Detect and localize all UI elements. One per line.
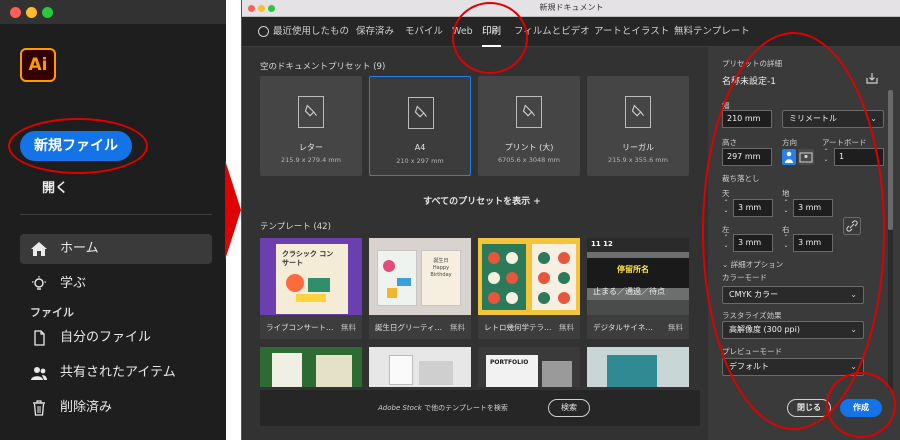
- annotation-circle: [702, 32, 885, 430]
- template-thumbnail: 誕生日 Happy Birthday: [369, 238, 471, 315]
- show-all-presets-link[interactable]: すべてのプリセットを表示 +: [372, 194, 592, 207]
- template-name: ライブコンサート…: [266, 323, 334, 332]
- title-bar: [0, 0, 226, 24]
- preset-card-a4[interactable]: A4 210 x 297 mm: [369, 76, 471, 176]
- zoom-window-button[interactable]: [42, 7, 53, 18]
- template-card[interactable]: PORTFOLIO: [478, 347, 580, 387]
- template-card[interactable]: [369, 347, 471, 387]
- lightbulb-icon: [32, 276, 46, 290]
- minimize-window-button[interactable]: [26, 7, 37, 18]
- nav-item-home[interactable]: ホーム: [20, 234, 212, 264]
- template-card[interactable]: [260, 347, 362, 387]
- tab-free-templates[interactable]: 無料テンプレート: [674, 17, 750, 47]
- app-logo: Ai: [20, 48, 56, 82]
- preset-card-letter[interactable]: レター 215.9 x 279.4 mm: [260, 76, 362, 176]
- home-icon: [31, 242, 47, 256]
- template-thumbnail: [478, 238, 580, 315]
- template-card[interactable]: [587, 347, 689, 387]
- preset-card-print-large[interactable]: プリント (大) 6705.6 x 3048 mm: [478, 76, 580, 176]
- dialog-title-bar: 新規ドキュメント: [242, 0, 900, 17]
- open-link[interactable]: 開く: [42, 177, 68, 196]
- preset-name: プリント (大): [504, 143, 554, 152]
- nav-item-label: 削除済み: [60, 400, 113, 415]
- nav-item-your-files[interactable]: 自分のファイル: [20, 323, 212, 353]
- preset-size: 215.9 x 355.6 mm: [608, 156, 668, 164]
- annotation-arrow: [225, 160, 241, 260]
- nav-item-learn[interactable]: 学ぶ: [20, 269, 212, 299]
- document-preset-icon: [298, 96, 324, 128]
- nav-item-shared[interactable]: 共有されたアイテム: [20, 358, 212, 388]
- files-section-label: ファイル: [30, 306, 74, 319]
- stock-search-bar: Adobe Stock で他のテンプレートを検索 検索: [260, 390, 700, 426]
- template-price: 無料: [668, 323, 683, 332]
- preset-size: 215.9 x 279.4 mm: [281, 156, 341, 164]
- divider: [20, 214, 212, 215]
- stock-search-text[interactable]: Adobe Stock で他のテンプレートを検索: [378, 403, 508, 413]
- close-window-button[interactable]: [10, 7, 21, 18]
- template-name: レトロ幾何学テラ…: [484, 323, 552, 332]
- tab-saved[interactable]: 保存済み: [356, 17, 394, 47]
- preset-name: レター: [299, 143, 323, 152]
- annotation-circle: [452, 2, 528, 74]
- template-thumbnail: クラシック コンサート: [260, 238, 362, 315]
- document-icon: [34, 330, 45, 346]
- tab-recent[interactable]: 最近使用したもの: [273, 17, 349, 47]
- annotation-circle: [826, 372, 896, 438]
- scrollbar-thumb[interactable]: [888, 90, 893, 230]
- template-name: デジタルサイネ…: [593, 323, 653, 332]
- dialog-title: 新規ドキュメント: [539, 3, 604, 12]
- nav-item-label: ホーム: [60, 241, 99, 256]
- template-price: 無料: [559, 323, 574, 332]
- chevron-down-icon: ⌄: [870, 114, 877, 123]
- nav-item-label: 自分のファイル: [60, 330, 152, 345]
- clock-icon: [258, 26, 269, 37]
- blank-presets-heading: 空のドキュメントプリセット (9): [260, 62, 386, 72]
- nav-item-label: 学ぶ: [60, 276, 87, 291]
- template-name: 誕生日グリーティ…: [375, 323, 443, 332]
- template-price: 無料: [341, 323, 356, 332]
- people-icon: [31, 367, 47, 380]
- tab-mobile[interactable]: モバイル: [405, 17, 443, 47]
- home-screen: Ai 新規ファイル 開く ホーム 学ぶ ファイル 自分のファイル 共有されたアイ…: [0, 0, 226, 440]
- templates-count: (42): [313, 222, 331, 232]
- save-preset-icon[interactable]: [866, 72, 878, 84]
- document-preset-icon: [408, 97, 434, 129]
- preset-name: A4: [414, 143, 426, 152]
- trash-icon: [33, 400, 45, 416]
- template-price: 無料: [450, 323, 465, 332]
- template-thumbnail: 11 12 停留所名 止まる／通過／待点: [587, 238, 689, 315]
- panel-scrollbar[interactable]: [888, 90, 893, 390]
- search-button[interactable]: 検索: [548, 399, 590, 417]
- tab-art-illustration[interactable]: アートとイラスト: [594, 17, 669, 47]
- annotation-circle: [8, 118, 148, 174]
- nav-item-deleted[interactable]: 削除済み: [20, 393, 212, 423]
- preset-card-legal[interactable]: リーガル 215.9 x 355.6 mm: [587, 76, 689, 176]
- document-preset-icon: [625, 96, 651, 128]
- preset-name: リーガル: [622, 143, 654, 152]
- preset-size: 6705.6 x 3048 mm: [498, 156, 560, 164]
- blank-presets-count: (9): [373, 62, 386, 72]
- nav-item-label: 共有されたアイテム: [60, 365, 176, 380]
- templates-heading: テンプレート (42): [260, 222, 331, 232]
- document-preset-icon: [516, 96, 542, 128]
- preset-size: 210 x 297 mm: [396, 157, 444, 165]
